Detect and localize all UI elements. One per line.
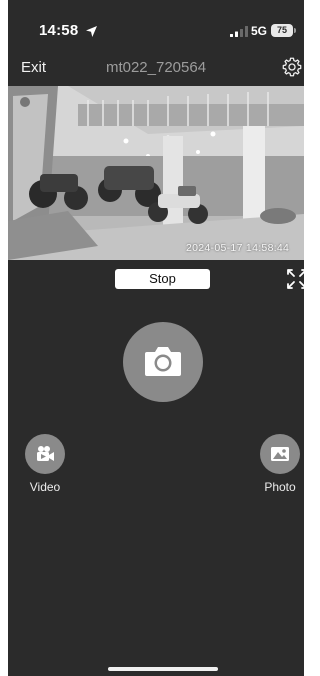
app-screen: 14:58 5G 75 Exit mt022_720564 2024-05-17…	[8, 0, 304, 676]
camera-feed[interactable]: 2024-05-17 14:58:44	[8, 86, 304, 260]
status-bar: 14:58 5G 75	[8, 0, 304, 50]
device-title: mt022_720564	[105, 59, 207, 76]
status-time: 14:58	[39, 22, 79, 39]
gear-icon[interactable]	[281, 56, 303, 78]
signal-bars-icon	[230, 26, 248, 37]
video-camera-icon	[37, 446, 54, 461]
photo-button[interactable]	[260, 434, 300, 474]
expand-arrows-icon[interactable]	[286, 268, 304, 290]
video-button[interactable]	[25, 434, 65, 474]
record-indicator	[20, 97, 30, 107]
camera-icon	[145, 347, 181, 376]
feed-image	[8, 86, 304, 260]
feed-timestamp: 2024-05-17 14:58:44	[186, 242, 290, 254]
image-icon	[271, 447, 289, 461]
battery-icon: 75	[271, 24, 293, 37]
video-label: Video	[29, 480, 61, 494]
snapshot-button[interactable]	[123, 322, 203, 402]
home-indicator[interactable]	[108, 667, 218, 671]
battery-tip	[294, 28, 296, 33]
photo-label: Photo	[264, 480, 296, 494]
location-arrow-icon	[86, 26, 97, 37]
network-type: 5G	[251, 24, 268, 38]
stop-button[interactable]: Stop	[115, 269, 210, 289]
